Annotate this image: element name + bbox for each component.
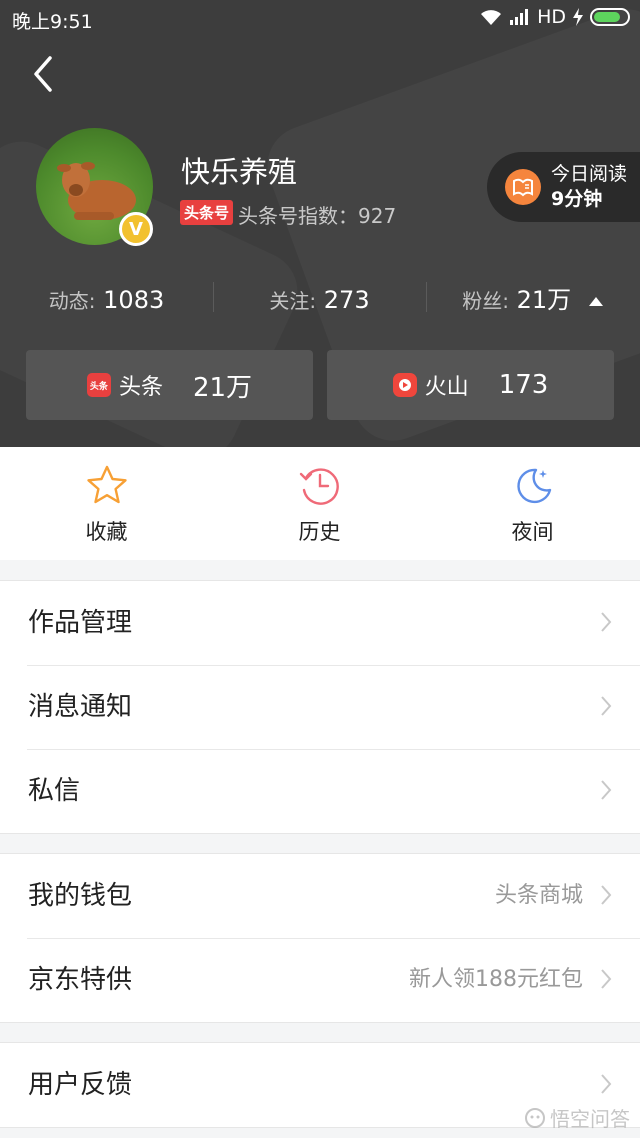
platform-toutiao[interactable]: 头条 头条 21万: [26, 350, 313, 420]
network-type: HD: [537, 6, 566, 28]
menu-item-notifications[interactable]: 消息通知: [0, 665, 640, 749]
history-button[interactable]: 历史: [213, 447, 426, 560]
wukong-logo-icon: [525, 1107, 545, 1128]
stat-following[interactable]: 关注: 273: [213, 282, 426, 318]
wukong-watermark: 悟空问答: [524, 1103, 630, 1132]
quick-actions: 收藏 历史 夜间: [0, 447, 640, 560]
moon-icon: [516, 468, 551, 504]
chevron-right-icon: [601, 885, 612, 905]
divider: [426, 282, 427, 312]
favorites-button[interactable]: 收藏: [0, 447, 213, 560]
huoshan-logo-icon: [392, 373, 417, 397]
menu-item-extra: 新人领188元红包: [409, 967, 583, 992]
menu-item-extra: 头条商城: [494, 883, 583, 908]
account-index[interactable]: 头条号指数：927: [238, 200, 396, 229]
menu-group-content: 作品管理 消息通知 私信: [0, 580, 640, 834]
chevron-right-icon: [601, 1074, 612, 1094]
wifi-icon: [481, 10, 502, 25]
profile-header: 晚上9:51 HD V 快乐养殖 头条号 头条号指数：927 今日阅读 9分钟: [0, 0, 640, 447]
caret-up-icon: [588, 296, 603, 306]
menu-item-works-management[interactable]: 作品管理: [0, 581, 640, 665]
status-bar: 晚上9:51 HD: [0, 0, 640, 36]
divider: [213, 282, 214, 312]
charging-icon: [573, 8, 583, 26]
back-button[interactable]: [26, 54, 60, 94]
battery-icon: [590, 8, 630, 26]
stat-posts[interactable]: 动态: 1083: [0, 282, 213, 318]
reading-duration: 9分钟: [551, 188, 603, 210]
signal-icon: [510, 9, 529, 25]
night-mode-button[interactable]: 夜间: [426, 447, 639, 560]
menu-item-jd-special[interactable]: 京东特供 新人领188元红包: [0, 938, 640, 1022]
toutiao-account-tag: 头条号: [180, 200, 234, 225]
stat-followers[interactable]: 粉丝: 21万: [426, 282, 639, 318]
star-icon: [86, 465, 127, 504]
menu-group-wallet: 我的钱包 头条商城 京东特供 新人领188元红包: [0, 853, 640, 1023]
chevron-right-icon: [601, 780, 612, 800]
verified-badge: V: [119, 212, 153, 246]
toutiao-logo-icon: 头条: [86, 373, 111, 397]
book-icon: [505, 169, 541, 205]
profile-stats: 动态: 1083 关注: 273 粉丝: 21万: [0, 282, 640, 318]
username: 快乐养殖: [181, 155, 298, 189]
chevron-right-icon: [601, 696, 612, 716]
platform-huoshan[interactable]: 火山 173: [327, 350, 614, 420]
chevron-right-icon: [601, 612, 612, 632]
history-clock-icon: [299, 468, 339, 505]
reading-label: 今日阅读: [551, 163, 628, 185]
chevron-right-icon: [601, 969, 612, 989]
menu-item-wallet[interactable]: 我的钱包 头条商城: [0, 854, 640, 938]
today-reading-badge[interactable]: 今日阅读 9分钟: [487, 152, 640, 222]
menu-item-private-messages[interactable]: 私信: [0, 749, 640, 833]
status-time: 晚上9:51: [12, 11, 93, 33]
